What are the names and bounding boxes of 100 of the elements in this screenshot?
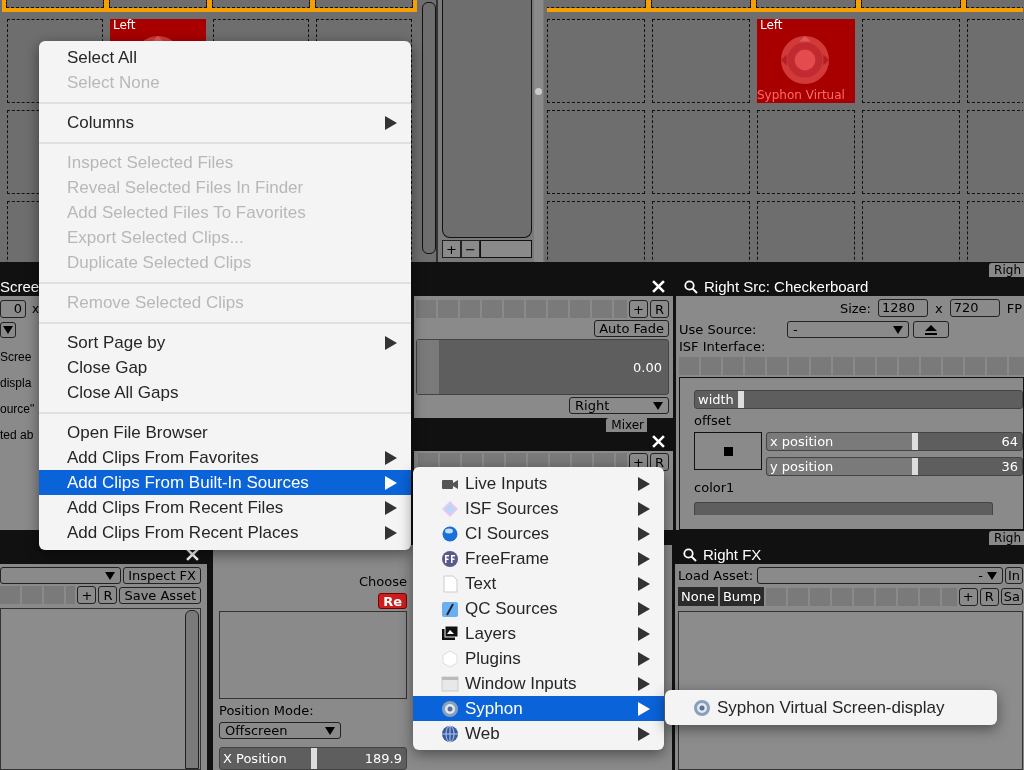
panel-tab[interactable]: Righ [989,531,1024,545]
load-asset-label: Load Asset: [678,568,754,583]
layers-icon [441,624,459,643]
close-icon[interactable] [652,280,666,293]
button-bar [480,240,532,258]
menu-item[interactable]: Add Clips From Recent Files [39,495,411,520]
menu-item[interactable]: Add Clips From Recent Places [39,520,411,545]
clip-slot[interactable] [547,110,645,194]
search-icon[interactable] [684,279,699,294]
clip-slot[interactable] [547,0,650,12]
x-position-slider[interactable]: X Position 189.9 [219,747,407,770]
clip-slot[interactable] [208,0,314,12]
position-slider[interactable]: y position 36 [766,457,1023,476]
submenu-arrow-icon [385,525,397,540]
clip-slot[interactable] [311,0,417,12]
submenu-arrow-icon [638,526,650,541]
menu-item[interactable]: Live Inputs [413,471,664,496]
submenu-arrow-icon [638,576,650,591]
toolbar-button[interactable]: R [979,587,999,606]
toolbar-button[interactable]: + [958,587,978,606]
panel-tab[interactable]: Mixer [606,418,648,432]
clip-slot[interactable] [857,0,965,12]
menu-item[interactable]: Syphon [413,696,664,721]
menu-item[interactable]: Add Clips From Built-In Sources [39,470,411,495]
clip-slot[interactable] [547,19,645,103]
toolbar-button[interactable]: R [98,586,118,604]
submenu-arrow-icon [638,476,650,491]
height-field[interactable]: 720 [949,299,1000,317]
panel-text: ource" [0,402,35,416]
position-pad[interactable] [694,432,763,470]
menu-item[interactable]: Plugins [413,646,664,671]
clip-slot[interactable] [105,0,211,12]
slider-knob[interactable] [535,88,542,95]
save-asset-button[interactable]: Sa [1000,588,1023,605]
clip-slot[interactable] [647,0,755,12]
clip-tile[interactable]: Left Syphon Virtual [757,19,855,103]
sphere-icon [441,524,459,543]
toolbar-button[interactable]: + [77,586,97,604]
menu-item[interactable]: Web [413,721,664,746]
fx-tab[interactable]: None [678,587,718,606]
menu-item[interactable]: Close Gap [39,355,411,380]
size-field[interactable]: 0 [0,300,26,318]
menu-item[interactable]: FreeFrame [413,546,664,571]
slider-track[interactable] [534,0,543,262]
clip-slot[interactable] [652,19,750,103]
fx-tab[interactable]: Bump [719,587,764,606]
toolbar-button[interactable]: In [1004,567,1023,584]
menu-item[interactable]: Open File Browser [39,420,411,445]
output-dropdown[interactable]: Right [569,397,670,414]
crossfader-slider[interactable]: 0.00 [415,339,670,395]
toolbar-button[interactable]: R [650,300,670,318]
clip-slot[interactable] [2,0,108,12]
menu-item[interactable]: CI Sources [413,521,664,546]
menu-item[interactable]: Text [413,571,664,596]
clip-slot[interactable] [862,19,960,103]
menu-item[interactable]: Add Clips From Favorites [39,445,411,470]
menu-item[interactable]: Columns [39,110,411,135]
position-mode-dropdown[interactable]: Offscreen [219,722,341,740]
source-dropdown[interactable]: - [787,321,910,338]
clip-slot[interactable] [752,0,860,12]
menu-item[interactable]: Syphon Virtual Screen-display [665,695,997,720]
isf-label: ISF Interface: [679,339,767,354]
submenu-arrow-icon [385,475,397,490]
submenu-arrow-icon [385,500,397,515]
menu-item[interactable]: ISF Sources [413,496,664,521]
clip-slot[interactable] [652,110,750,194]
search-icon[interactable] [683,547,697,562]
menu-item[interactable]: Sort Page by [39,330,411,355]
asset-dropdown[interactable]: - [757,567,1003,584]
menu-item[interactable]: Select All [39,45,411,70]
scroll-track[interactable] [185,610,199,769]
inspect-fx-button[interactable]: Inspect FX [123,567,201,584]
close-icon[interactable] [186,548,199,561]
submenu-arrow-icon [638,601,650,616]
action-button[interactable]: Re [378,593,407,609]
width-slider[interactable]: width [694,390,1023,409]
save-asset-button[interactable]: Save Asset [119,586,201,604]
fps-label: FP [1006,300,1022,316]
scroll-track[interactable] [422,2,436,254]
menu-item[interactable]: Layers [413,621,664,646]
times-label: x [934,300,943,316]
strip-button[interactable]: − [461,240,480,258]
auto-fade-button[interactable]: Auto Fade [594,320,670,337]
clip-slot[interactable] [757,110,855,194]
syphon-icon [693,698,711,717]
fx-dropdown[interactable] [0,567,122,584]
window-icon [441,674,459,693]
eject-button[interactable] [913,321,950,338]
submenu-arrow-icon [638,626,650,641]
width-field[interactable]: 1280 [877,299,928,317]
position-slider[interactable]: x position 64 [766,432,1023,451]
menu-item[interactable]: QC Sources [413,596,664,621]
strip-button[interactable]: + [442,240,461,258]
clip-slot[interactable] [862,110,960,194]
close-icon[interactable] [652,435,666,448]
menu-item[interactable]: Window Inputs [413,671,664,696]
size-label: Size: [839,300,871,316]
panel-tab[interactable]: Righ [989,263,1024,277]
menu-item[interactable]: Close All Gaps [39,380,411,405]
toolbar-button[interactable]: + [629,300,649,318]
